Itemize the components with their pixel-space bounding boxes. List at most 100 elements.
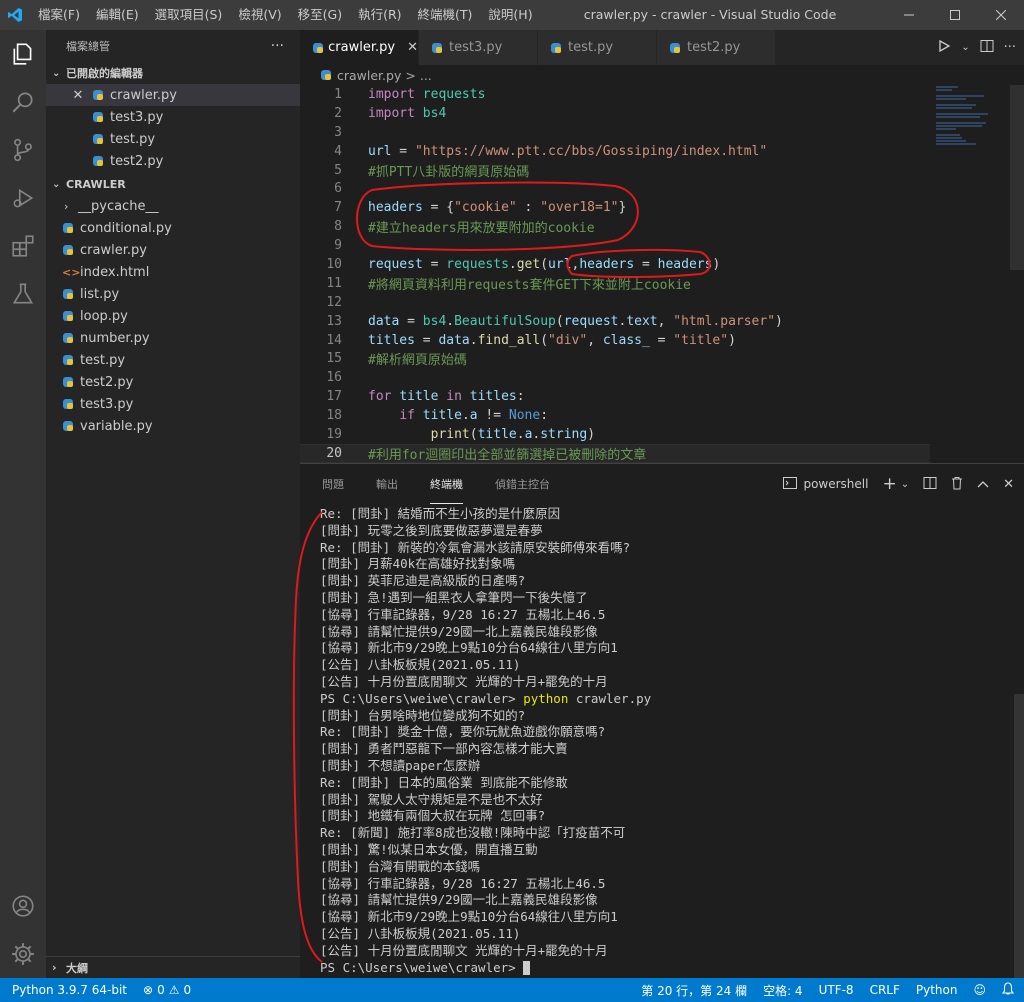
folder-pycache[interactable]: › __pycache__ <box>46 195 300 217</box>
search-icon[interactable] <box>0 78 46 126</box>
file-conditional[interactable]: conditional.py <box>46 217 300 239</box>
settings-gear-icon[interactable] <box>0 930 46 978</box>
end-of-line[interactable]: CRLF <box>870 983 900 997</box>
menu-help[interactable]: 說明(H) <box>480 0 540 30</box>
code-line: 10 request = requests.get(url,headers = h… <box>300 255 930 274</box>
problems-status[interactable]: ⊗ 0 ⚠ 0 <box>143 983 191 997</box>
close-window-icon[interactable] <box>978 0 1024 30</box>
indentation[interactable]: 空格: 4 <box>763 982 803 999</box>
tab-label: crawler.py <box>328 40 396 55</box>
minimize-icon[interactable] <box>886 0 932 30</box>
language-mode[interactable]: Python <box>916 983 958 997</box>
python-file-icon <box>669 42 681 54</box>
open-editor-test[interactable]: test.py <box>46 128 300 150</box>
file-number[interactable]: number.py <box>46 327 300 349</box>
terminal-output[interactable]: Re: [問卦] 結婚而不生小孩的是什麼原因 [問卦] 玩零之後到底要做惡夢還是… <box>320 506 1010 976</box>
file-test[interactable]: test.py <box>46 349 300 371</box>
line-number: 17 <box>326 389 342 405</box>
breadcrumb-file[interactable]: crawler.py <box>337 68 401 83</box>
panel-actions: powershell + ⌄ ✕ <box>783 464 1014 504</box>
code-editor[interactable]: 1 import requests 2 import bs4 3 4 url = "h… <box>300 85 930 463</box>
split-editor-icon[interactable] <box>980 39 994 57</box>
shell-name[interactable]: powershell <box>803 477 868 491</box>
file-variable[interactable]: variable.py <box>46 415 300 437</box>
open-editor-test2[interactable]: test2.py <box>46 150 300 172</box>
terminal-prompt: PS C:\Users\weiwe\crawler> <box>320 690 524 706</box>
terminal-line: Re: [問卦] 新裝的冷氣會漏水該請原安裝師傅來看嗎? <box>320 539 631 555</box>
feedback-icon[interactable]: ☺ <box>973 983 986 997</box>
open-editors-section[interactable]: ⌄ 已開啟的編輯器 <box>46 62 300 84</box>
close-tab-icon[interactable]: ✕ <box>407 40 418 55</box>
tab-test[interactable]: test.py <box>538 30 657 65</box>
file-test3[interactable]: test3.py <box>46 393 300 415</box>
minimap[interactable] <box>936 85 1006 463</box>
terminal-line: [問卦] 月薪40k在高雄好找對象嗎 <box>320 556 516 572</box>
menu-go[interactable]: 移至(G) <box>290 0 350 30</box>
file-loop[interactable]: loop.py <box>46 305 300 327</box>
terminal-line: [問卦] 不想讀paper怎麼辦 <box>320 757 481 773</box>
code-line: 5 #抓PTT八卦版的網頁原始碼 <box>300 161 930 180</box>
terminal-line: [公告] 八卦板板規(2021.05.11) <box>320 657 521 673</box>
run-debug-icon[interactable] <box>0 174 46 222</box>
explorer-icon[interactable] <box>0 30 46 78</box>
python-interpreter[interactable]: Python 3.9.7 64-bit <box>12 983 127 997</box>
tab-crawler[interactable]: crawler.py ✕ <box>300 30 419 65</box>
activity-bar <box>0 30 46 978</box>
close-editor-icon[interactable]: ✕ <box>70 88 86 103</box>
account-icon[interactable] <box>0 882 46 930</box>
tab-terminal[interactable]: 終端機 <box>430 464 463 504</box>
terminal-line: [問卦] 地鐵有兩個大叔在玩牌 怎回事? <box>320 808 546 824</box>
cursor-position[interactable]: 第 20 行，第 24 欄 <box>641 982 747 999</box>
tab-test3[interactable]: test3.py <box>419 30 538 65</box>
trash-icon[interactable] <box>951 476 963 493</box>
file-test2[interactable]: test2.py <box>46 371 300 393</box>
file-index-html[interactable]: <> index.html <box>46 261 300 283</box>
menu-file[interactable]: 檔案(F) <box>30 0 88 30</box>
python-file-icon <box>62 310 74 322</box>
more-actions-icon[interactable]: ··· <box>271 38 284 54</box>
file-label: conditional.py <box>80 220 172 236</box>
menu-edit[interactable]: 編輯(E) <box>88 0 147 30</box>
menu-run[interactable]: 執行(R) <box>350 0 409 30</box>
tab-test2[interactable]: test2.py <box>657 30 776 65</box>
maximize-icon[interactable] <box>932 0 978 30</box>
encoding[interactable]: UTF-8 <box>819 983 854 997</box>
terminal-line: Re: [問卦] 日本的風俗業 到底能不能修敢 <box>320 774 568 790</box>
outline-label: 大綱 <box>66 961 88 975</box>
terminal-line: [問卦] 台男啥時地位變成狗不如的? <box>320 707 526 723</box>
open-editor-crawler[interactable]: ✕ crawler.py <box>46 84 300 106</box>
line-number: 19 <box>326 426 342 442</box>
bell-icon[interactable] <box>1001 982 1015 998</box>
error-icon: ⊗ <box>143 983 154 997</box>
split-terminal-icon[interactable] <box>923 476 937 493</box>
source-control-icon[interactable] <box>0 126 46 174</box>
run-icon[interactable] <box>937 39 951 57</box>
menu-view[interactable]: 檢視(V) <box>230 0 289 30</box>
line-number: 13 <box>326 313 342 329</box>
file-list[interactable]: list.py <box>46 283 300 305</box>
open-editor-test3[interactable]: test3.py <box>46 106 300 128</box>
terminal-scrollbar[interactable] <box>1014 694 1024 979</box>
extensions-icon[interactable] <box>0 222 46 270</box>
run-dropdown-icon[interactable]: ⌄ <box>961 42 969 53</box>
outline-section[interactable]: › 大綱 <box>46 956 300 978</box>
testing-flask-icon[interactable] <box>0 270 46 318</box>
terminal-line: Re: [新聞] 施打率8成也沒轍!陳時中認「打疫苗不可 <box>320 825 626 841</box>
editor-scrollbar[interactable] <box>1010 85 1024 270</box>
more-actions-icon[interactable]: ··· <box>1004 40 1016 55</box>
maximize-panel-icon[interactable] <box>977 477 989 491</box>
line-number: 11 <box>326 275 342 291</box>
menu-terminal[interactable]: 終端機(T) <box>410 0 481 30</box>
breadcrumb-rest[interactable]: ... <box>420 68 432 83</box>
folder-section[interactable]: ⌄ CRAWLER <box>46 173 300 195</box>
tab-output[interactable]: 輸出 <box>376 464 398 504</box>
close-panel-icon[interactable]: ✕ <box>1003 477 1014 492</box>
new-terminal-icon[interactable]: + <box>882 474 896 494</box>
file-crawler[interactable]: crawler.py <box>46 239 300 261</box>
menu-selection[interactable]: 選取項目(S) <box>147 0 231 30</box>
chevron-down-icon[interactable]: ⌄ <box>901 479 909 490</box>
tab-debug-console[interactable]: 偵錯主控台 <box>495 464 550 504</box>
python-file-icon <box>62 332 74 344</box>
tab-problems[interactable]: 問題 <box>322 464 344 504</box>
open-editor-label: crawler.py <box>110 87 177 103</box>
